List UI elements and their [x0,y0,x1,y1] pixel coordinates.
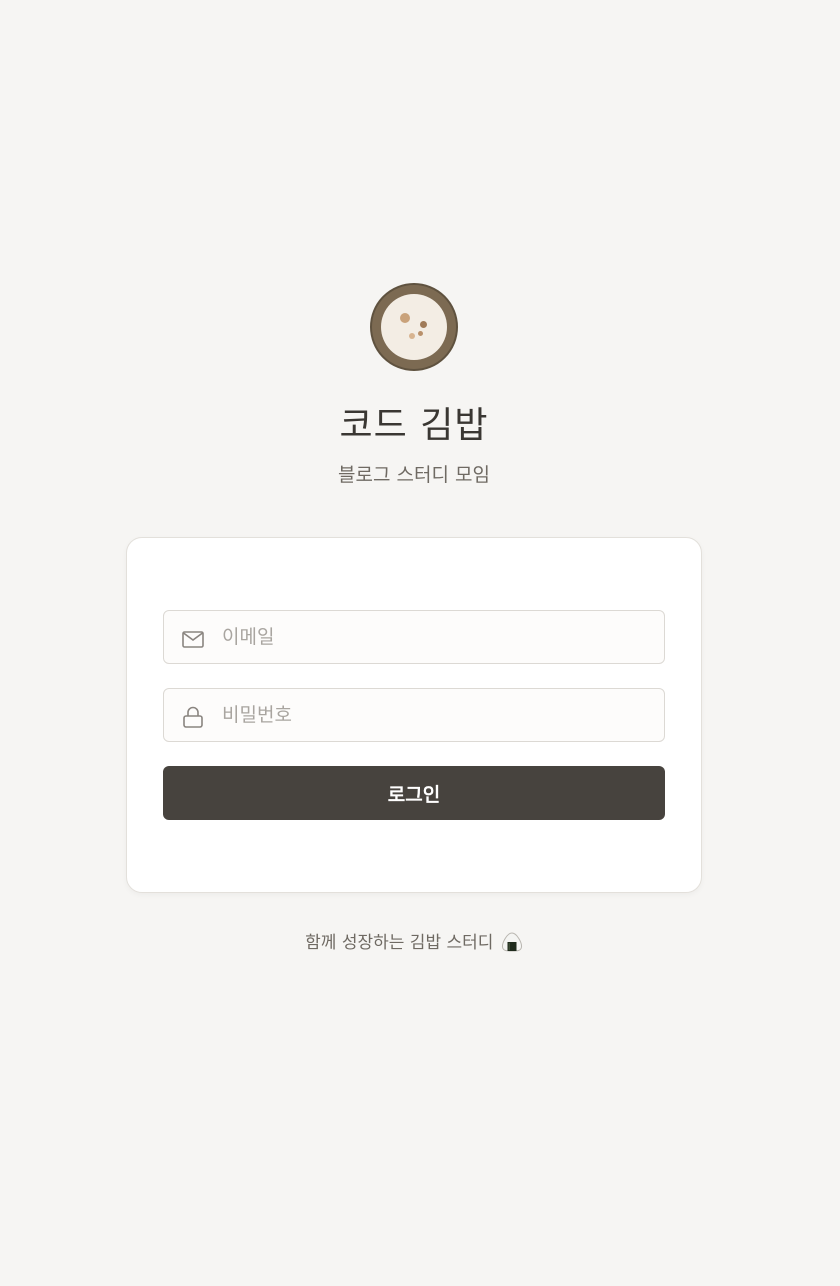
login-button[interactable]: 로그인 [163,766,665,820]
footer-text: 함께 성장하는 김밥 스터디 [305,933,494,953]
app-title: 코드 김밥 [339,405,489,446]
login-page: 코드 김밥 블로그 스터디 모임 로그인 함께 성장하는 김밥 스터 [0,0,840,1286]
login-card: 로그인 [126,537,702,893]
password-input[interactable] [222,689,652,741]
app-subtitle: 블로그 스터디 모임 [338,464,490,486]
lock-icon [181,705,205,729]
mail-icon [181,627,205,651]
password-field[interactable] [163,688,665,742]
footer-tagline: 함께 성장하는 김밥 스터디 [0,928,828,953]
email-input[interactable] [222,611,652,663]
onigiri-icon [501,932,523,952]
email-field[interactable] [163,610,665,664]
gimbap-logo-icon [370,283,458,371]
